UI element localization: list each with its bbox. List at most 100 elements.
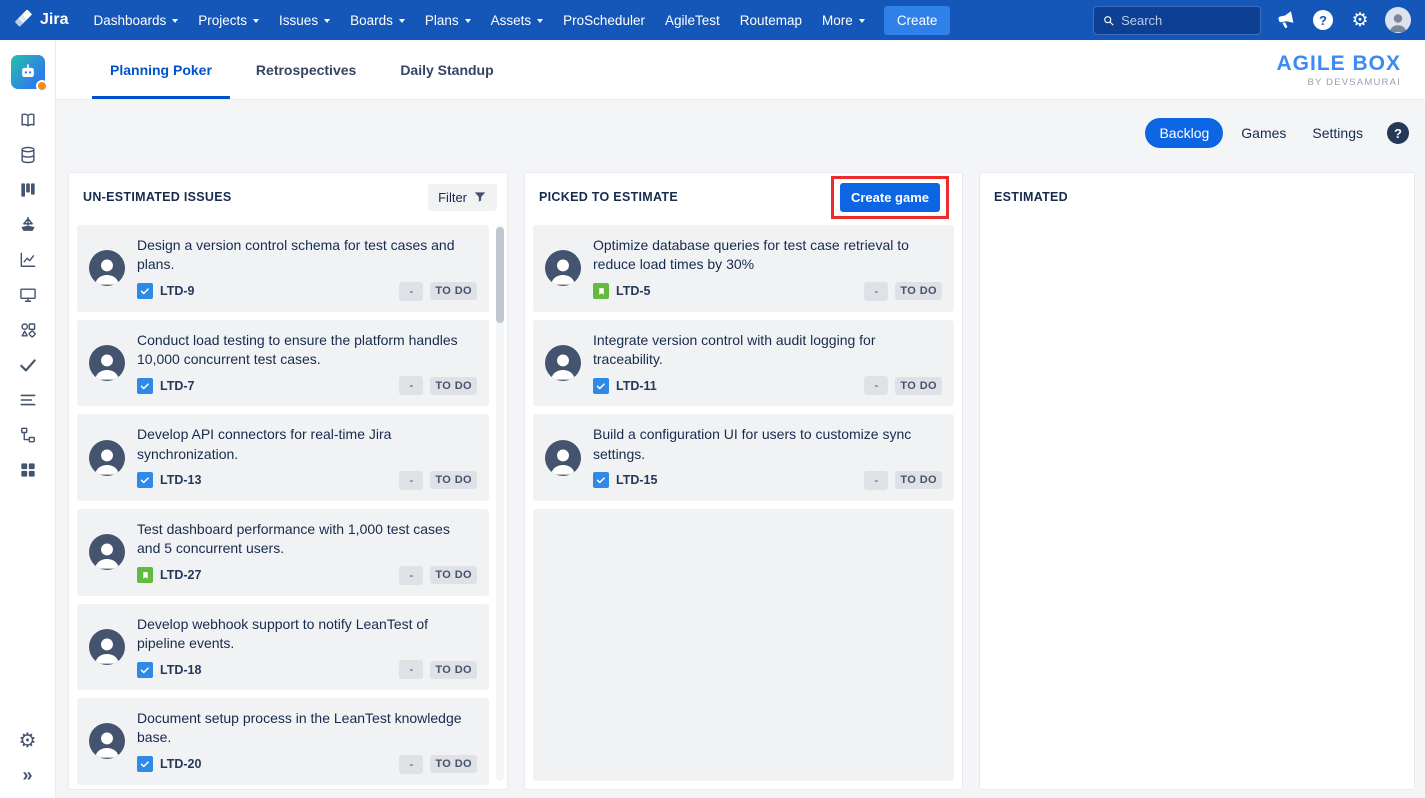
issue-card[interactable]: Optimize database queries for test case …: [533, 225, 954, 312]
scrollbar-thumb[interactable]: [496, 227, 504, 323]
assignee-avatar: [89, 345, 125, 381]
search-input[interactable]: [1121, 13, 1252, 28]
app-tab[interactable]: Daily Standup: [382, 40, 511, 99]
issue-card[interactable]: Develop webhook support to notify LeanTe…: [77, 604, 489, 691]
topnav-item[interactable]: Projects: [189, 7, 268, 34]
story-type-icon: [593, 283, 609, 299]
filter-button[interactable]: Filter: [428, 184, 497, 211]
topnav-item[interactable]: Issues: [270, 7, 339, 34]
status-badge: TO DO: [430, 471, 477, 489]
jira-brand-text: Jira: [40, 11, 68, 29]
issue-meta: LTD-7 - TO DO: [137, 376, 477, 395]
hierarchy-icon[interactable]: [17, 424, 39, 446]
database-icon[interactable]: [17, 144, 39, 166]
story-type-icon: [137, 567, 153, 583]
column-body: Optimize database queries for test case …: [525, 221, 962, 789]
backlog-button[interactable]: Backlog: [1145, 118, 1223, 148]
sidebar-bottom-group: ⚙ »: [17, 730, 39, 786]
app-tab[interactable]: Planning Poker: [92, 40, 230, 99]
column-estimated: ESTIMATED: [979, 172, 1415, 790]
tabs: Planning Poker Retrospectives Daily Stan…: [92, 40, 512, 99]
issue-card[interactable]: Build a configuration UI for users to cu…: [533, 414, 954, 501]
topnav-right-group: ? ⚙: [1093, 6, 1411, 35]
issue-card[interactable]: Develop API connectors for real-time Jir…: [77, 414, 489, 501]
megaphone-icon[interactable]: [1272, 6, 1300, 34]
issue-card-body: Conduct load testing to ensure the platf…: [137, 331, 477, 396]
settings-gear-icon[interactable]: ⚙: [1348, 8, 1372, 32]
chevron-down-icon: [324, 19, 330, 23]
app-tab[interactable]: Retrospectives: [238, 40, 374, 99]
task-type-icon: [137, 472, 153, 488]
status-badge: TO DO: [895, 282, 942, 300]
estimate-badge: -: [399, 471, 423, 490]
rows-icon[interactable]: [17, 389, 39, 411]
tab-label: Planning Poker: [110, 62, 212, 78]
agile-box-app-logo[interactable]: [11, 55, 45, 89]
issue-card[interactable]: Design a version control schema for test…: [77, 225, 489, 312]
issue-card-body: Optimize database queries for test case …: [593, 236, 942, 301]
topnav-item-label: AgileTest: [665, 13, 720, 28]
issue-summary: Design a version control schema for test…: [137, 236, 477, 275]
chart-icon[interactable]: [17, 249, 39, 271]
drop-zone: [533, 509, 954, 781]
status-badge: TO DO: [895, 471, 942, 489]
monitor-icon[interactable]: [17, 284, 39, 306]
board-columns-icon[interactable]: [17, 179, 39, 201]
agile-box-subtitle: BY DEVSAMURAI: [1276, 77, 1401, 88]
issue-card[interactable]: Conduct load testing to ensure the platf…: [77, 320, 489, 407]
assignee-avatar: [545, 345, 581, 381]
main-content: Backlog Games Settings ? UN-ESTIMATED IS…: [56, 100, 1425, 798]
topnav-item[interactable]: Plans: [416, 7, 480, 34]
agile-box-brand: AGILE BOX BY DEVSAMURAI: [1276, 52, 1401, 88]
card-list: [980, 221, 1414, 789]
topnav-item-label: More: [822, 13, 853, 28]
chevron-down-icon: [172, 19, 178, 23]
book-icon[interactable]: [17, 109, 39, 131]
help-icon[interactable]: ?: [1387, 122, 1409, 144]
topnav-item[interactable]: Assets: [482, 7, 553, 34]
help-icon[interactable]: ?: [1311, 8, 1335, 32]
issue-card[interactable]: Document setup process in the LeanTest k…: [77, 698, 489, 785]
user-avatar[interactable]: [1385, 7, 1411, 33]
estimate-badge: -: [399, 755, 423, 774]
check-icon[interactable]: [17, 354, 39, 376]
games-button[interactable]: Games: [1233, 118, 1294, 148]
issue-key: LTD-18: [160, 663, 201, 677]
jira-logo[interactable]: Jira: [14, 10, 68, 30]
issue-key: LTD-7: [160, 379, 195, 393]
issue-card[interactable]: Test dashboard performance with 1,000 te…: [77, 509, 489, 596]
topnav-item-label: Issues: [279, 13, 318, 28]
tab-label: Daily Standup: [400, 62, 493, 78]
scrollbar[interactable]: [496, 225, 504, 781]
issue-key: LTD-13: [160, 473, 201, 487]
topnav-item[interactable]: Dashboards: [84, 7, 187, 34]
search-box[interactable]: [1093, 6, 1261, 35]
issue-card[interactable]: Integrate version control with audit log…: [533, 320, 954, 407]
settings-gear-icon[interactable]: ⚙: [17, 730, 39, 752]
topnav-item[interactable]: Boards: [341, 7, 414, 34]
status-badge: TO DO: [430, 282, 477, 300]
issue-summary: Optimize database queries for test case …: [593, 236, 942, 275]
topnav-item[interactable]: AgileTest: [656, 7, 729, 34]
column-title: ESTIMATED: [994, 190, 1068, 204]
topnav-item[interactable]: More: [813, 7, 874, 34]
issue-key: LTD-15: [616, 473, 657, 487]
topnav-item[interactable]: ProScheduler: [554, 7, 654, 34]
task-type-icon: [137, 756, 153, 772]
settings-button[interactable]: Settings: [1304, 118, 1371, 148]
topnav-item-label: Boards: [350, 13, 393, 28]
create-game-button[interactable]: Create game: [840, 183, 940, 212]
estimate-badge: -: [864, 376, 888, 395]
expand-icon[interactable]: »: [17, 764, 39, 786]
estimate-badge: -: [399, 376, 423, 395]
shapes-icon[interactable]: [17, 319, 39, 341]
topnav-item[interactable]: Routemap: [731, 7, 811, 34]
create-button[interactable]: Create: [884, 6, 951, 35]
status-badge: TO DO: [895, 377, 942, 395]
ship-icon[interactable]: [17, 214, 39, 236]
grid-icon[interactable]: [17, 459, 39, 481]
status-badge: TO DO: [430, 661, 477, 679]
chevron-down-icon: [399, 19, 405, 23]
card-list: Design a version control schema for test…: [69, 221, 507, 789]
issue-summary: Develop API connectors for real-time Jir…: [137, 425, 477, 464]
